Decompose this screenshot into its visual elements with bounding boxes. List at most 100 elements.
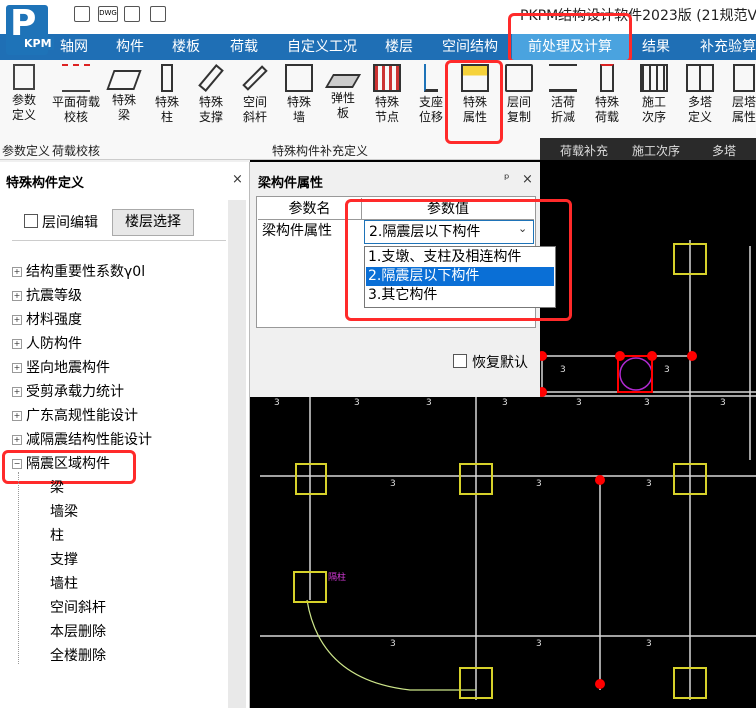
label: 层间 [506,95,531,109]
expand-icon[interactable]: + [12,363,22,373]
menu-result[interactable]: 结果 [642,34,670,60]
label: 多塔 [687,95,712,109]
column-label: 隔柱 [328,571,346,583]
layer-tower-property-button[interactable]: 层塔 属性 [722,62,756,134]
tree-child-delete-all[interactable]: 全楼删除 [50,646,106,666]
load-check-icon [62,64,90,92]
column-icon [161,64,173,92]
multi-tower-button[interactable]: 多塔 定义 [678,62,722,134]
grid-num: 3 [502,398,508,408]
label: 斜杆 [242,110,267,124]
menu-load[interactable]: 荷载 [230,34,258,60]
expand-icon[interactable]: + [12,315,22,325]
tree-item-seismic[interactable]: + 抗震等级 [12,286,82,306]
tree-line [18,472,19,664]
menu-supplement[interactable]: 补充验算 [700,34,756,60]
expand-icon[interactable]: + [12,387,22,397]
brace-icon [198,64,224,92]
property-close-icon[interactable]: × [522,172,533,187]
special-load-button[interactable]: 特殊 荷载 [585,62,629,134]
label: 特殊 [286,95,311,109]
print-icon[interactable] [124,6,140,22]
grid-num: 3 [576,398,582,408]
support-icon [424,64,438,92]
special-column-button[interactable]: 特殊柱 [145,62,189,134]
wall-icon [285,64,313,92]
menu-space-structure[interactable]: 空间结构 [442,34,498,60]
tree-item-isolation-design[interactable]: + 减隔震结构性能设计 [12,430,152,450]
live-load-reduce-button[interactable]: 活荷 折减 [541,62,585,134]
special-wall-button[interactable]: 特殊墙 [277,62,321,134]
group-param: 参数定义 [2,144,51,158]
label: 竖向地震构件 [26,360,110,376]
tree-item-civil-defense[interactable]: + 人防构件 [12,334,82,354]
label: 属性 [731,110,756,124]
tree-child-beam[interactable]: 梁 [50,478,64,498]
tree-item-importance[interactable]: + 结构重要性系数γ0l [12,262,145,282]
construction-order-button[interactable]: 施工 次序 [632,62,676,134]
tree-child-brace[interactable]: 支撑 [50,550,78,570]
tree-child-delete-floor[interactable]: 本层删除 [50,622,106,642]
load-check-button[interactable]: 平面荷载 校核 [50,62,102,134]
tree-child-wall-column[interactable]: 墙柱 [50,574,78,594]
group-construction: 施工次序 [632,144,681,158]
save-icon[interactable] [74,6,90,22]
left-panel-title: 特殊构件定义 [6,176,85,191]
expand-icon[interactable]: + [12,291,22,301]
special-node-button[interactable]: 特殊 节点 [365,62,409,134]
pin-icon[interactable]: ᵖ [504,172,510,187]
dwg-icon[interactable]: DWG [98,6,118,22]
beam-icon [106,70,142,90]
left-panel-close-icon[interactable]: × [232,172,243,187]
tree-item-material[interactable]: + 材料强度 [12,310,82,330]
floor-select-button[interactable]: 楼层选择 [112,209,194,236]
label: 层塔 [731,95,756,109]
elastic-slab-button[interactable]: 弹性板 [321,62,365,134]
menu-custom-case[interactable]: 自定义工况 [287,34,357,60]
label: 材料强度 [26,312,82,328]
menu-slab[interactable]: 楼板 [172,34,200,60]
param-define-button[interactable]: 参数 定义 [2,62,46,134]
layer-copy-button[interactable]: 层间 复制 [497,62,541,134]
tree-child-column[interactable]: 柱 [50,526,64,546]
label: 折减 [550,110,575,124]
tree-item-vertical-seismic[interactable]: + 竖向地震构件 [12,358,110,378]
tree-item-guangdong[interactable]: + 广东高规性能设计 [12,406,138,426]
group-tower: 多塔 [712,144,737,158]
label: 特殊 [198,95,223,109]
label: 校核 [63,110,88,124]
expand-icon[interactable]: + [12,411,22,421]
expand-icon[interactable]: + [12,267,22,277]
layer-edit-checkbox[interactable] [24,214,38,228]
menu-member[interactable]: 构件 [116,34,144,60]
label: 结构重要性系数γ0l [26,264,146,280]
special-brace-button[interactable]: 特殊 支撑 [189,62,233,134]
expand-icon[interactable]: + [12,435,22,445]
copy-icon[interactable] [150,6,166,22]
special-load-icon [600,64,614,92]
space-diagonal-button[interactable]: 空间 斜杆 [233,62,277,134]
restore-default-checkbox[interactable] [453,354,467,368]
row-beam-property: 梁构件属性 [262,223,332,239]
label: 特殊 [374,95,399,109]
label: 参数 [11,93,36,107]
tree-child-space-diagonal[interactable]: 空间斜杆 [50,598,106,618]
menu-floor[interactable]: 楼层 [385,34,413,60]
label: 平面荷载 [51,95,100,109]
special-beam-button[interactable]: 特殊梁 [102,62,146,134]
tree-child-wall-beam[interactable]: 墙梁 [50,502,78,522]
grid-num: 3 [664,365,670,375]
left-scrollbar[interactable] [228,200,246,708]
highlight-menu-preprocess [508,13,632,63]
label: 减隔震结构性能设计 [26,432,152,448]
menu-axis[interactable]: 轴网 [60,34,88,60]
layer-copy-icon [505,64,533,92]
tree-item-shear[interactable]: + 受剪承载力统计 [12,382,124,402]
grid-num: 3 [560,365,566,375]
highlight-dropdown [345,199,572,321]
label: 柱 [160,110,173,124]
tower-icon [686,64,714,92]
label: 定义 [11,108,36,122]
grid-num: 3 [646,639,652,649]
expand-icon[interactable]: + [12,339,22,349]
